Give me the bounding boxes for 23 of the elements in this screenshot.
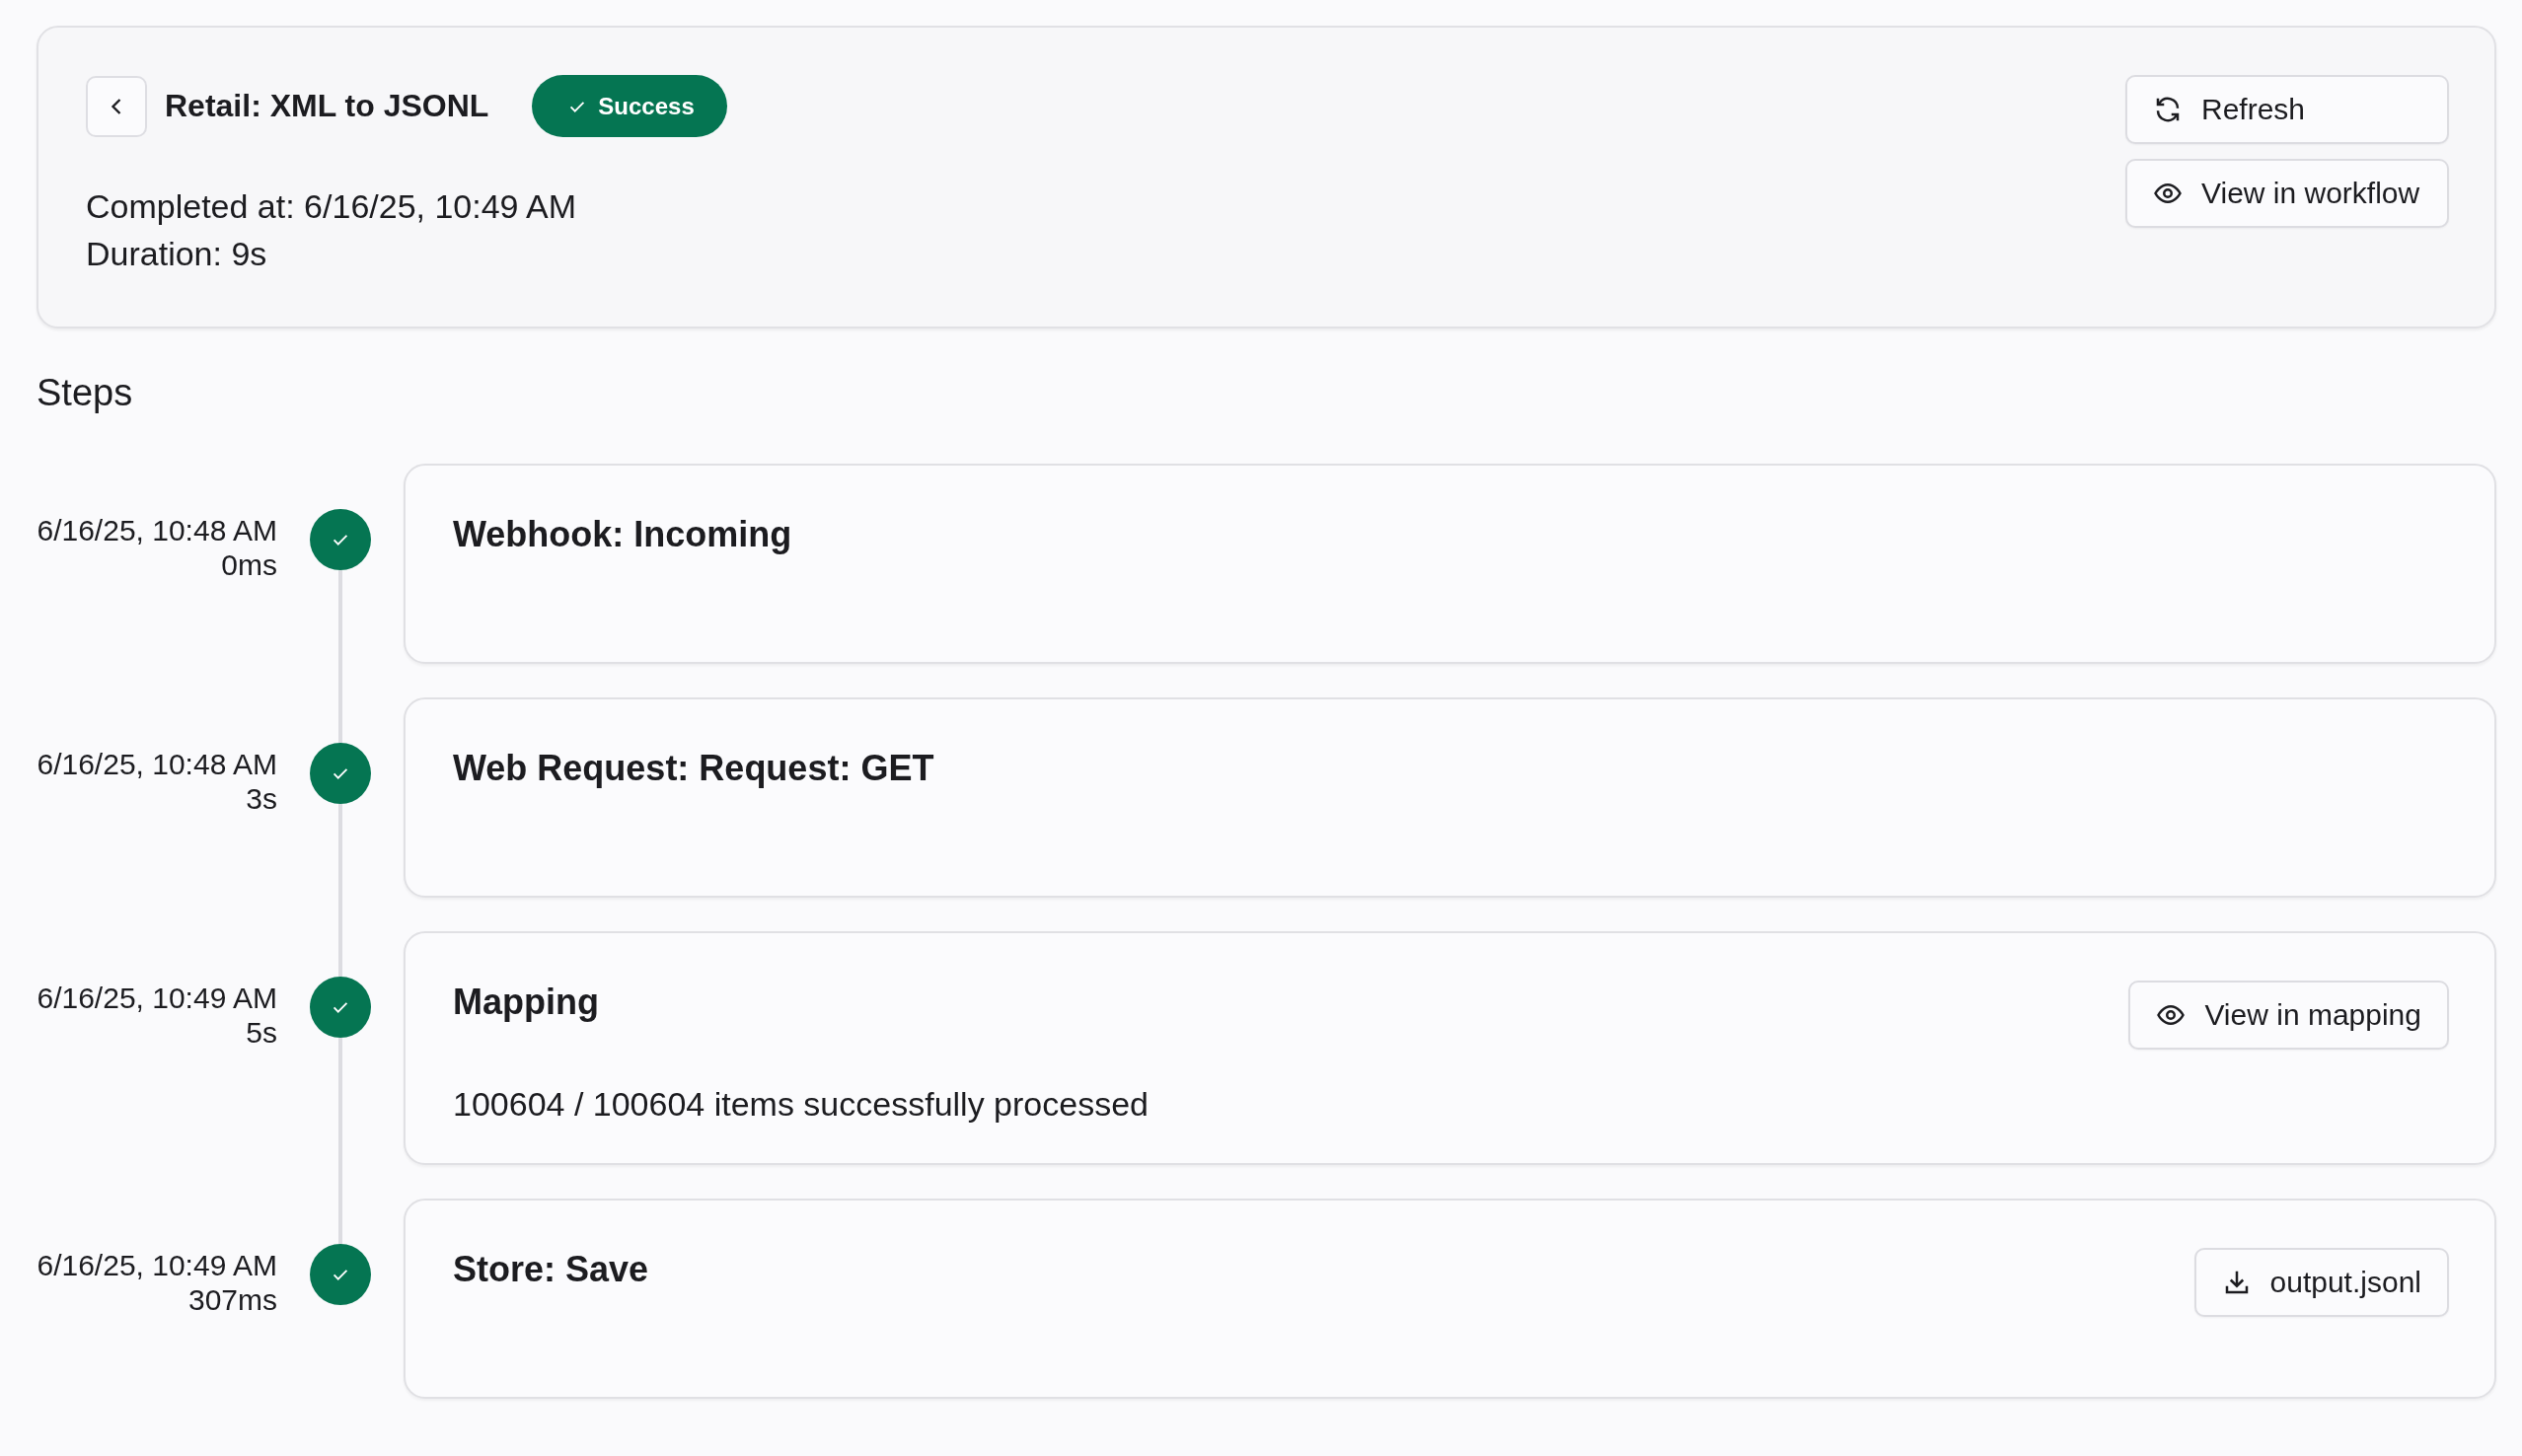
step-timestamp: 6/16/25, 10:49 AM [37,981,277,1015]
status-badge: Success [532,75,727,137]
download-file-button[interactable]: output.jsonl [2193,1248,2449,1317]
step-detail-text: 100604 / 100604 items successfully processed [453,1085,1150,1124]
steps-heading: Steps [37,372,134,414]
back-button[interactable] [86,75,147,137]
run-title: Retail: XML to JSONL [165,88,489,124]
step-duration: 3s [245,781,277,816]
step-duration: 307ms [186,1282,277,1317]
view-workflow-button[interactable]: View in workflow [2125,159,2449,228]
view-mapping-button[interactable]: View in mapping [2128,981,2449,1050]
step-duration: 0ms [220,547,277,582]
completed-at-text: Completed at: 6/16/25, 10:49 AM [86,186,578,227]
step-timestamp: 6/16/25, 10:48 AM [37,513,277,547]
refresh-button[interactable]: Refresh [2125,75,2449,144]
step-timestamp: 6/16/25, 10:48 AM [37,747,277,781]
step-title: Webhook: Incoming [453,513,792,556]
step-timestamp: 6/16/25, 10:49 AM [37,1248,277,1282]
step-title: Mapping [453,981,599,1024]
step-duration: 5s [245,1015,277,1050]
duration-text: Duration: 9s [86,234,268,274]
step-title: Web Request: Request: GET [453,747,934,790]
step-title: Store: Save [453,1248,649,1291]
